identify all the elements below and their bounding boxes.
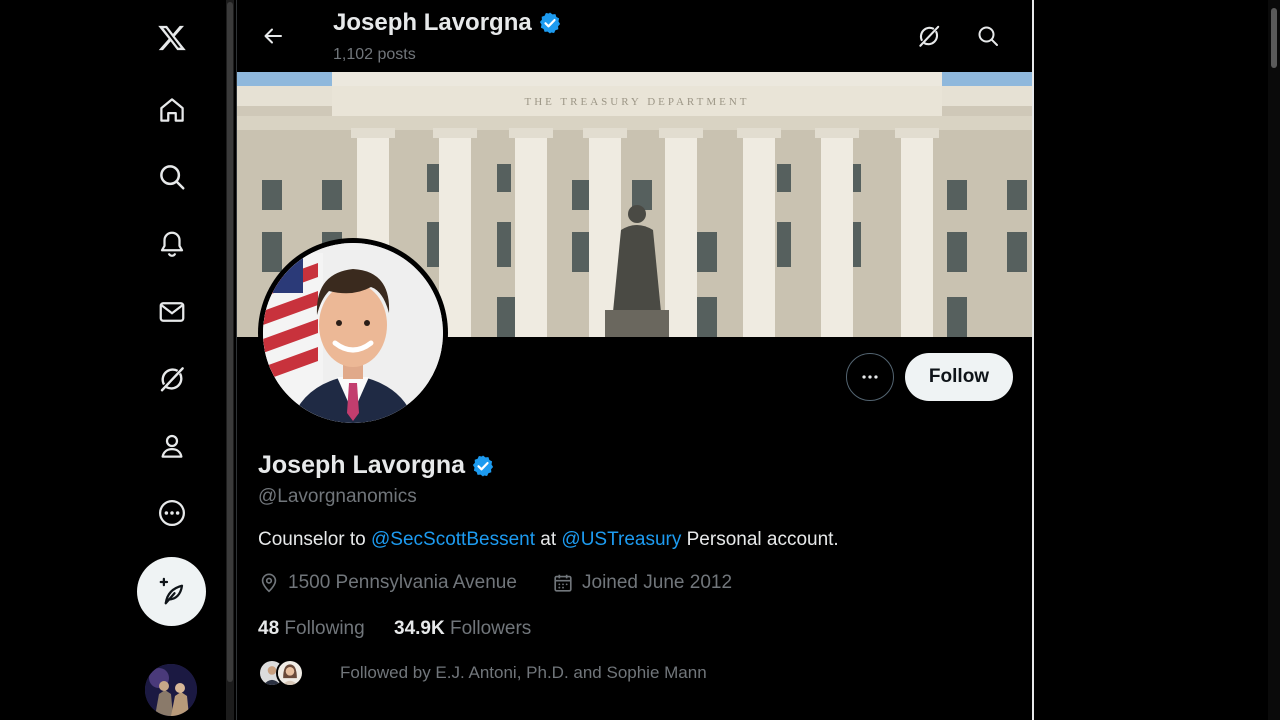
header-title: Joseph Lavorgna — [333, 9, 562, 37]
profile-photo-image — [263, 243, 443, 423]
compose-feather-icon — [159, 577, 183, 604]
following-count: 48 — [258, 618, 280, 639]
search-icon — [160, 165, 185, 190]
search-icon — [978, 26, 998, 46]
nav-explore[interactable] — [146, 151, 198, 203]
profile-join-date: Joined June 2012 — [552, 572, 732, 594]
bio-text-suffix: Personal account. — [681, 529, 839, 550]
back-arrow-icon — [264, 28, 282, 44]
account-avatar-image — [145, 664, 197, 716]
page-scrollbar-thumb[interactable] — [1271, 8, 1277, 68]
following-label: Following — [284, 618, 365, 639]
followers-count: 34.9K — [394, 618, 445, 639]
profile-column: Joseph Lavorgna 1,102 posts THE TREASURY… — [236, 0, 1034, 720]
nav-home[interactable] — [146, 84, 198, 136]
banner-inscription: THE TREASURY DEPARTMENT — [524, 96, 749, 108]
bio-mention-ustreasury[interactable]: @USTreasury — [561, 529, 681, 550]
more-options-button[interactable] — [846, 353, 894, 401]
follow-button[interactable]: Follow — [905, 353, 1013, 401]
nav-more[interactable] — [146, 487, 198, 539]
followed-by-row[interactable]: Followed by E.J. Antoni, Ph.D. and Sophi… — [258, 656, 707, 690]
nav-messages[interactable] — [146, 286, 198, 338]
profile-display-name: Joseph Lavorgna — [258, 451, 495, 480]
more-horizontal-icon — [862, 375, 878, 379]
profile-location: 1500 Pennsylvania Avenue — [258, 572, 517, 594]
search-profile-button[interactable] — [969, 17, 1007, 55]
display-name-text: Joseph Lavorgna — [258, 451, 465, 479]
left-scrollbar[interactable] — [226, 0, 234, 720]
profile-photo[interactable] — [258, 238, 448, 428]
grok-icon — [919, 25, 940, 47]
follower-avatar — [276, 659, 304, 687]
verified-badge-icon[interactable] — [471, 454, 495, 478]
verified-badge-icon — [539, 12, 560, 34]
header-post-count: 1,102 posts — [333, 46, 416, 63]
bio-text-middle: at — [535, 529, 562, 550]
left-scrollbar-thumb[interactable] — [227, 2, 233, 682]
followers-label: Followers — [449, 618, 532, 639]
nav-profile[interactable] — [146, 420, 198, 472]
joined-text: Joined June 2012 — [582, 572, 733, 593]
followers-link[interactable]: 34.9K Followers — [394, 618, 531, 640]
more-circle-icon — [159, 500, 185, 526]
nav-notifications[interactable] — [146, 218, 198, 270]
page-scrollbar[interactable] — [1268, 0, 1280, 720]
bio-mention-secscottbessent[interactable]: @SecScottBessent — [371, 529, 535, 550]
follower-avatar-image — [278, 661, 302, 685]
home-icon — [160, 98, 184, 122]
bio-text-prefix: Counselor to — [258, 529, 372, 550]
compose-post-button[interactable] — [137, 557, 206, 626]
account-avatar[interactable] — [145, 664, 197, 716]
location-text: 1500 Pennsylvania Avenue — [288, 572, 517, 593]
profile-header-bar: Joseph Lavorgna 1,102 posts — [237, 0, 1032, 72]
notifications-bell-icon — [160, 231, 184, 257]
location-pin-icon — [261, 573, 277, 593]
profile-bio: Counselor to @SecScottBessent at @USTrea… — [258, 529, 839, 551]
x-logo-icon[interactable] — [146, 12, 198, 64]
followed-by-text: Followed by E.J. Antoni, Ph.D. and Sophi… — [340, 663, 707, 682]
following-link[interactable]: 48 Following — [258, 618, 365, 640]
x-logo-icon — [158, 25, 186, 51]
messages-envelope-icon — [159, 302, 185, 322]
grok-icon — [160, 367, 184, 392]
left-sidebar — [0, 0, 228, 720]
header-name: Joseph Lavorgna — [333, 9, 532, 36]
calendar-icon — [554, 574, 572, 592]
profile-person-icon — [161, 434, 183, 458]
back-button[interactable] — [255, 18, 291, 54]
nav-grok[interactable] — [146, 353, 198, 405]
profile-handle: @Lavorgnanomics — [258, 486, 417, 507]
grok-header-button[interactable] — [910, 17, 948, 55]
